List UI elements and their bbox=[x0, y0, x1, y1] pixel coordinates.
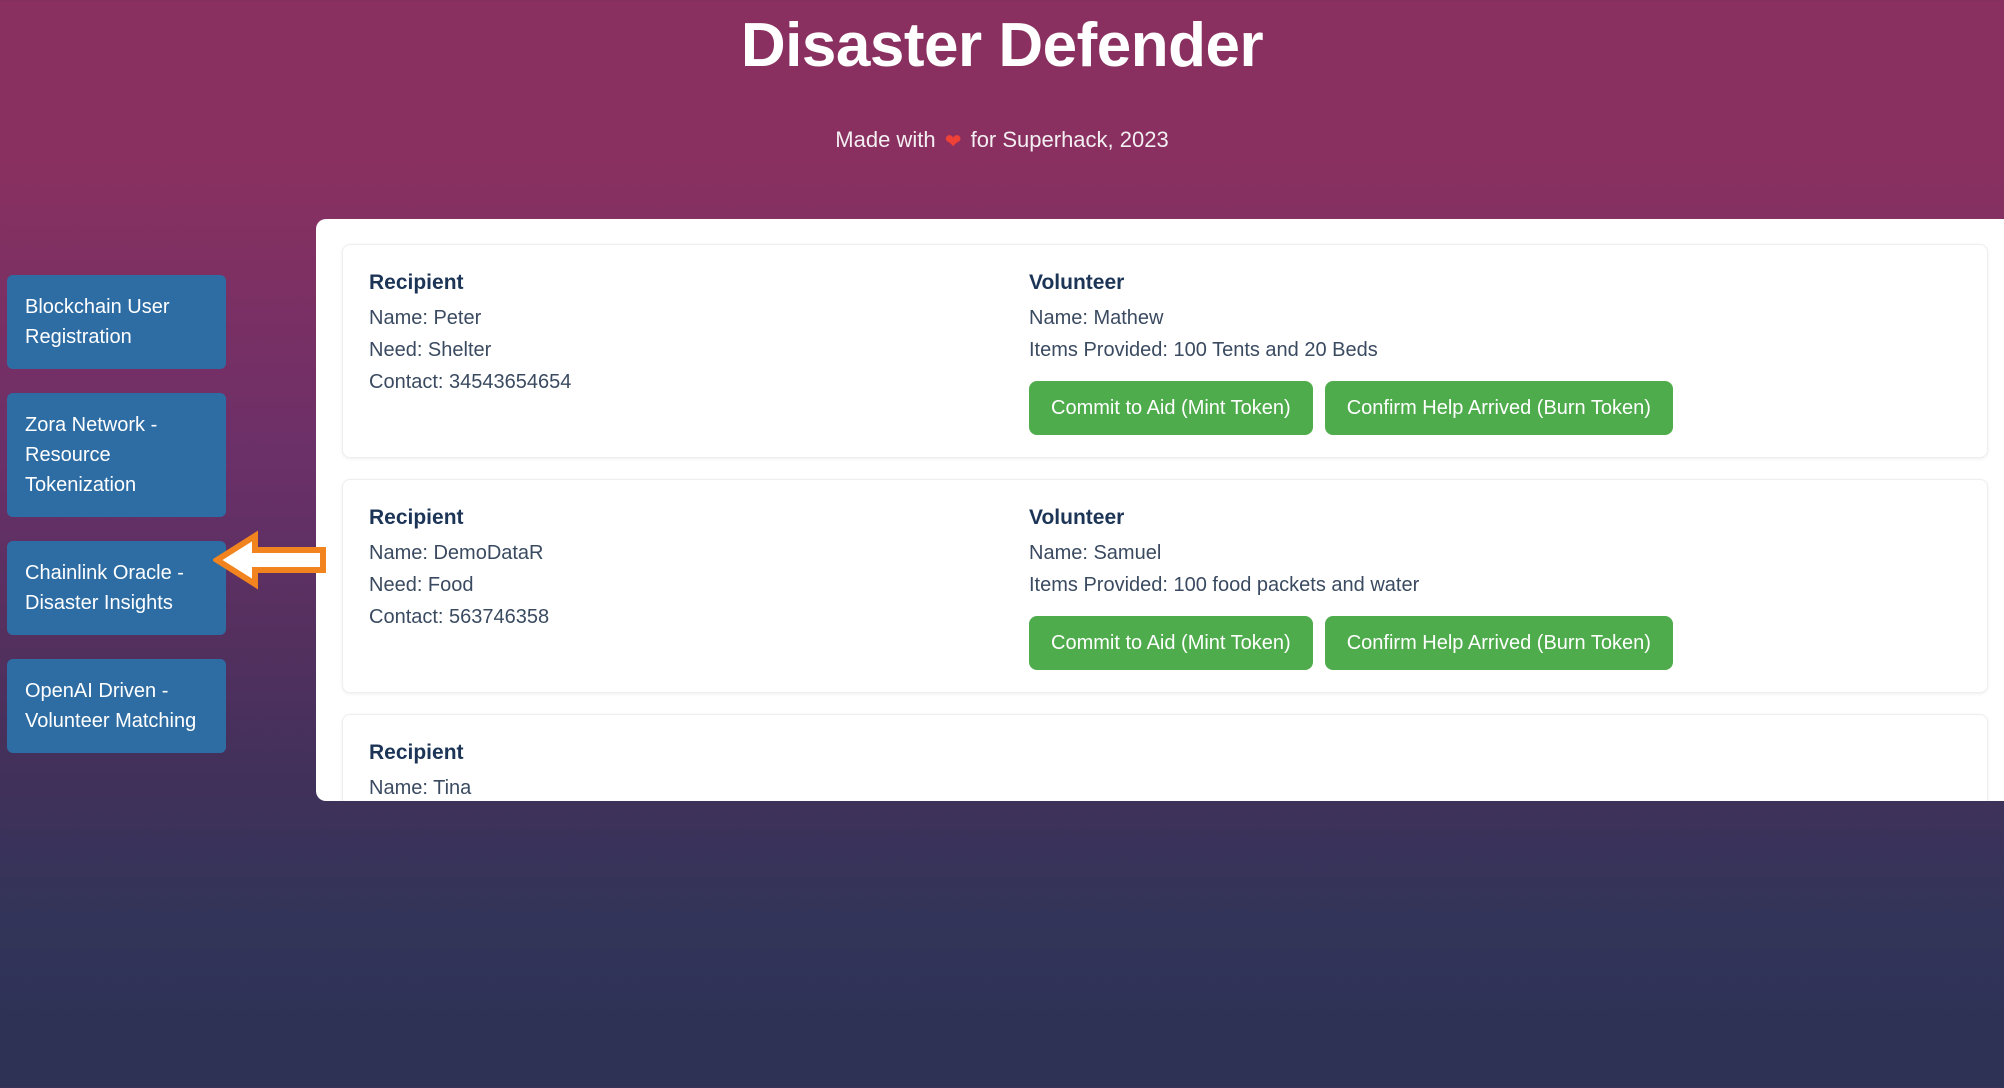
confirm-help-arrived-button[interactable]: Confirm Help Arrived (Burn Token) bbox=[1324, 616, 1673, 670]
volunteer-items: Items Provided: 100 food packets and wat… bbox=[1029, 574, 1420, 596]
heart-icon: ❤ bbox=[944, 131, 962, 153]
sidebar-item-blockchain-user-registration[interactable]: Blockchain User Registration bbox=[7, 275, 226, 369]
recipient-need: Need: Shelter bbox=[369, 339, 492, 361]
volunteer-actions: Commit to Aid (Mint Token) Confirm Help … bbox=[1029, 616, 1929, 670]
volunteer-block: Volunteer Name: Mathew Items Provided: 1… bbox=[1029, 269, 1929, 435]
sidebar-item-chainlink-oracle-disaster-insights[interactable]: Chainlink Oracle - Disaster Insights bbox=[7, 541, 226, 635]
confirm-help-arrived-button[interactable]: Confirm Help Arrived (Burn Token) bbox=[1324, 381, 1673, 435]
recipient-heading: Recipient bbox=[369, 271, 464, 294]
sidebar: Blockchain User Registration Zora Networ… bbox=[7, 275, 226, 777]
volunteer-name: Name: Samuel bbox=[1029, 542, 1162, 564]
page-subtitle: Made with ❤ for Superhack, 2023 bbox=[0, 84, 2004, 155]
recipient-heading: Recipient bbox=[369, 741, 464, 764]
commit-to-aid-button[interactable]: Commit to Aid (Mint Token) bbox=[1029, 616, 1313, 670]
recipient-block: Recipient Name: Tina Need: Rescue Findin… bbox=[369, 739, 1029, 801]
page-title: Disaster Defender bbox=[740, 11, 1264, 80]
recipient-name: Name: DemoDataR bbox=[369, 542, 544, 564]
volunteer-block: Volunteer Name: Samuel Items Provided: 1… bbox=[1029, 504, 1929, 670]
matches-panel: Recipient Name: Peter Need: Shelter Cont… bbox=[316, 219, 2004, 801]
recipient-need: Need: Food bbox=[369, 574, 474, 596]
sidebar-item-zora-network-resource-tokenization[interactable]: Zora Network - Resource Tokenization bbox=[7, 393, 226, 517]
arrow-annotation bbox=[211, 530, 328, 590]
left-arrow-icon bbox=[211, 530, 326, 590]
recipient-contact: Contact: 34543654654 bbox=[369, 371, 572, 393]
table-row: Recipient Name: DemoDataR Need: Food Con… bbox=[342, 479, 1988, 693]
page-header: Disaster Defender Made with ❤ for Superh… bbox=[0, 0, 2004, 180]
commit-to-aid-button[interactable]: Commit to Aid (Mint Token) bbox=[1029, 381, 1313, 435]
table-row: Recipient Name: Tina Need: Rescue Findin… bbox=[342, 714, 1988, 801]
recipient-heading: Recipient bbox=[369, 506, 464, 529]
subtitle-text-before: Made with bbox=[835, 127, 936, 152]
recipient-block: Recipient Name: DemoDataR Need: Food Con… bbox=[369, 504, 1029, 633]
recipient-contact: Contact: 563746358 bbox=[369, 606, 550, 628]
matches-list: Recipient Name: Peter Need: Shelter Cont… bbox=[316, 219, 2004, 801]
volunteer-heading: Volunteer bbox=[1029, 506, 1125, 529]
recipient-name: Name: Peter bbox=[369, 307, 482, 329]
volunteer-name: Name: Mathew bbox=[1029, 307, 1164, 329]
volunteer-actions: Commit to Aid (Mint Token) Confirm Help … bbox=[1029, 381, 1929, 435]
volunteer-items: Items Provided: 100 Tents and 20 Beds bbox=[1029, 339, 1378, 361]
recipient-block: Recipient Name: Peter Need: Shelter Cont… bbox=[369, 269, 1029, 398]
volunteer-heading: Volunteer bbox=[1029, 271, 1125, 294]
sidebar-item-openai-driven-volunteer-matching[interactable]: OpenAI Driven - Volunteer Matching bbox=[7, 659, 226, 753]
recipient-name: Name: Tina bbox=[369, 777, 472, 799]
subtitle-text-after: for Superhack, 2023 bbox=[970, 127, 1169, 152]
table-row: Recipient Name: Peter Need: Shelter Cont… bbox=[342, 244, 1988, 458]
